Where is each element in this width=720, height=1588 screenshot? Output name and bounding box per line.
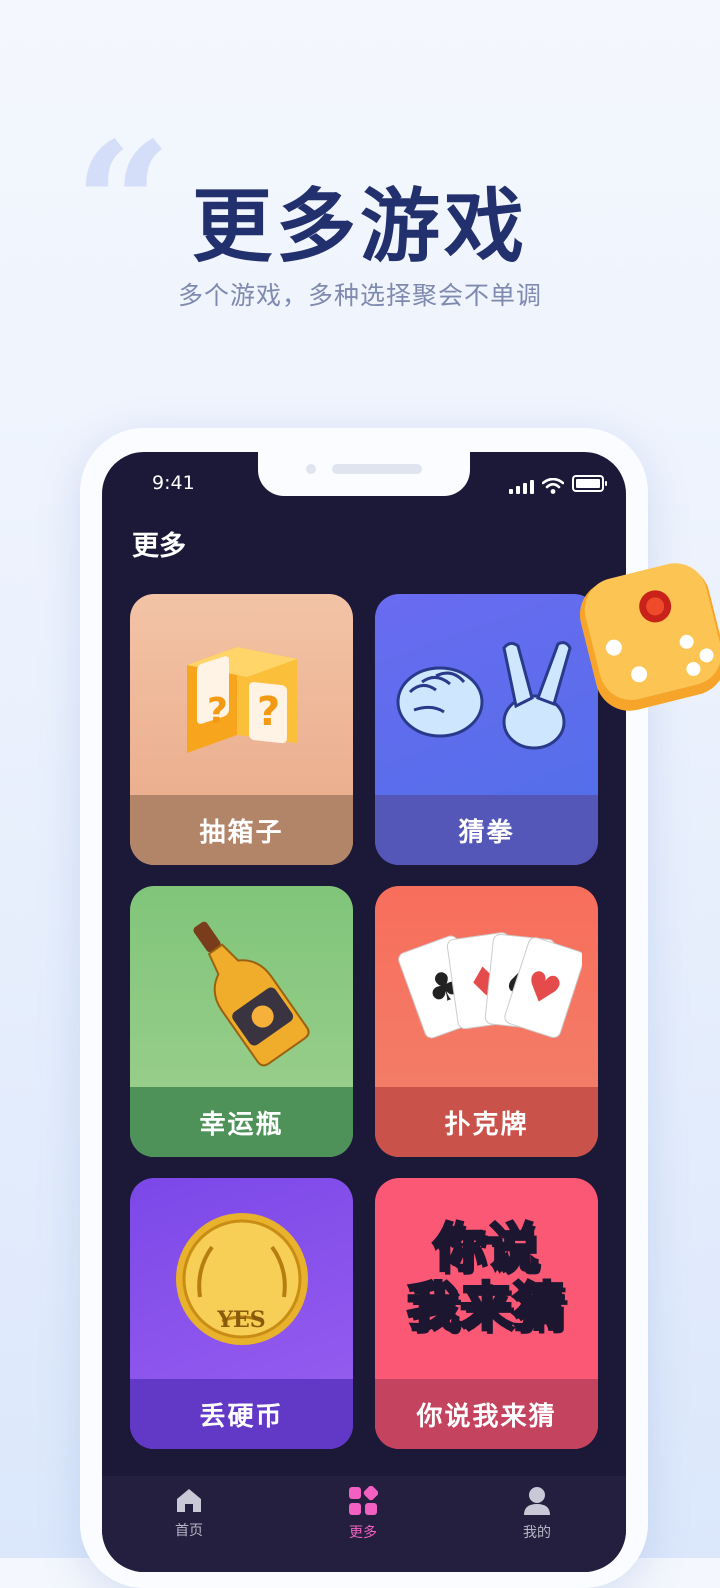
svg-text:?: ? — [257, 689, 280, 735]
game-card-coin[interactable]: YES 丢硬币 — [130, 1178, 353, 1449]
game-card-label: 抽箱子 — [130, 795, 353, 865]
game-card-poker[interactable]: ♣ ♦ ♠ ♥ 扑克牌 — [375, 886, 598, 1157]
tab-mine-label: 我的 — [523, 1525, 551, 1541]
tab-more-label: 更多 — [349, 1525, 377, 1541]
svg-text:?: ? — [207, 691, 228, 732]
hero-subtitle: 多个游戏，多种选择聚会不单调 — [177, 281, 542, 310]
bottle-icon — [192, 921, 310, 1066]
phone-screen: 9:41 更多 ? ? 抽箱子 猜拳 幸运瓶 ♣ ♦ ♥ 扑克牌 YES 丢硬币… — [102, 452, 626, 1572]
rock-paper-scissors-icon — [396, 640, 572, 749]
dice-icon — [579, 563, 720, 711]
hero-title: 更多游戏 — [192, 180, 528, 273]
game-card-label: 你说我来猜 — [375, 1379, 598, 1449]
game-card-label: 猜拳 — [375, 795, 598, 865]
battery-icon — [572, 475, 607, 492]
tab-mine[interactable]: 我的 — [477, 1486, 597, 1542]
status-icons — [509, 470, 607, 494]
notch — [258, 452, 470, 496]
game-card-label: 扑克牌 — [375, 1087, 598, 1157]
wifi-icon — [542, 478, 564, 494]
game-card-guess[interactable]: 你说 我来猜 你说我来猜 — [375, 1178, 598, 1449]
page-title: 更多 — [132, 531, 186, 562]
coin-text: YES — [217, 1306, 266, 1333]
status-time: 9:41 — [152, 472, 195, 494]
user-icon — [524, 1487, 550, 1515]
game-card-box[interactable]: ? ? 抽箱子 — [130, 594, 353, 865]
home-icon — [177, 1489, 201, 1512]
grid-icon — [349, 1485, 379, 1515]
guess-art-line-1: 你说 — [432, 1218, 540, 1279]
guess-word-icon: 你说 我来猜 — [405, 1218, 566, 1338]
playing-cards-icon: ♣ ♦ ♠ ♥ — [397, 931, 582, 1038]
tab-home-label: 首页 — [175, 1523, 203, 1539]
mystery-box-icon: ? ? — [186, 646, 297, 753]
signal-icon — [509, 478, 534, 494]
game-card-bottle[interactable]: 幸运瓶 — [130, 886, 353, 1157]
game-card-rps[interactable]: 猜拳 — [375, 594, 598, 865]
game-card-label: 丢硬币 — [130, 1379, 353, 1449]
game-card-label: 幸运瓶 — [130, 1087, 353, 1157]
tab-more[interactable]: 更多 — [303, 1485, 423, 1542]
tab-home[interactable]: 首页 — [129, 1486, 249, 1540]
guess-art-line-2: 我来猜 — [405, 1277, 566, 1338]
